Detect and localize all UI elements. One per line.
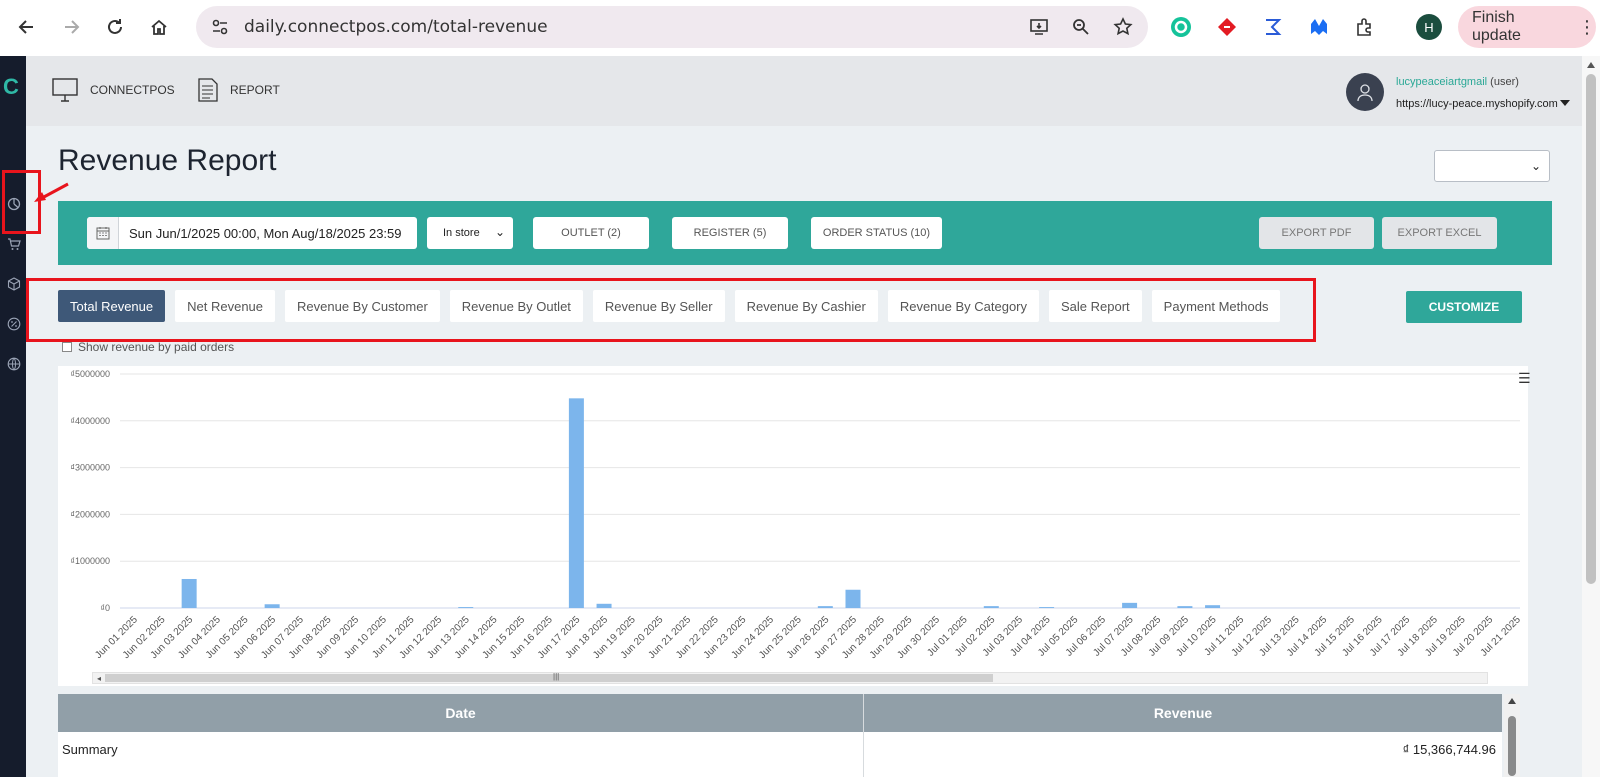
scroll-thumb[interactable] (1508, 716, 1516, 776)
location-select-value: In store (443, 227, 480, 239)
globe-icon[interactable] (6, 356, 22, 372)
bar-jul-10-2025[interactable] (1205, 605, 1221, 608)
chart-menu-icon[interactable]: ☰ (1518, 370, 1531, 387)
table-vertical-scrollbar[interactable] (1504, 694, 1520, 777)
paid-orders-label: Show revenue by paid orders (78, 340, 235, 354)
monitor-icon (52, 78, 78, 102)
y-tick-label: ₫5000000 (70, 369, 110, 379)
bar-jun-06-2025[interactable] (264, 604, 280, 608)
calendar-icon[interactable] (87, 217, 119, 249)
y-tick-label: ₫4000000 (70, 416, 110, 426)
y-tick-label: ₫2000000 (70, 509, 110, 519)
cart-icon[interactable] (6, 236, 22, 252)
scroll-up-arrow-icon[interactable] (1587, 62, 1595, 68)
grammarly-extension-icon[interactable] (1166, 12, 1196, 42)
cube-icon[interactable] (6, 276, 22, 292)
bar-jun-27-2025[interactable] (845, 589, 861, 608)
bar-jul-07-2025[interactable] (1122, 602, 1138, 608)
revenue-chart: ₫0 ₫1000000 ₫2000000 ₫3000000 ₫4000000 ₫50000… (58, 366, 1531, 686)
app-sidebar: C (0, 56, 26, 777)
chevron-down-icon: ⌄ (1530, 159, 1541, 173)
bar-jul-02-2025[interactable] (983, 606, 999, 608)
filter-bar: Sun Jun/1/2025 00:00, Mon Aug/18/2025 23… (58, 201, 1552, 265)
date-range-picker[interactable]: Sun Jun/1/2025 00:00, Mon Aug/18/2025 23… (87, 217, 417, 249)
percent-icon[interactable] (6, 316, 22, 332)
connectpos-logo: C (3, 74, 19, 99)
page-vertical-scrollbar[interactable] (1582, 56, 1600, 777)
chart-horizontal-scrollbar[interactable]: ◂ ||| (92, 672, 1488, 684)
scroll-left-arrow-icon[interactable]: ◂ (93, 673, 105, 683)
address-bar[interactable]: daily.connectpos.com/total-revenue (196, 6, 1148, 48)
y-tick-label: ₫3000000 (70, 463, 110, 473)
user-silhouette-icon (1357, 84, 1373, 102)
store-url[interactable]: https://lucy-peace.myshopify.com (1396, 98, 1558, 110)
annotation-highlight-box (26, 278, 1316, 342)
finish-update-button[interactable]: Finish update ⋮ (1458, 6, 1596, 48)
profile-avatar[interactable]: H (1416, 14, 1442, 40)
grip-icon: ||| (553, 672, 560, 681)
extensions-puzzle-icon[interactable] (1350, 12, 1380, 42)
zoom-icon[interactable] (1068, 14, 1094, 40)
main-content: Revenue Report ⌄ Sun Jun/1/2025 00:00, M… (26, 126, 1582, 777)
document-icon (198, 78, 218, 102)
chevron-down-icon: ⌄ (494, 225, 505, 239)
bar-jun-26-2025[interactable] (817, 606, 833, 608)
revenue-bar-chart: ₫0 ₫1000000 ₫2000000 ₫3000000 ₫4000000 ₫50000… (70, 369, 1523, 661)
url-text[interactable]: daily.connectpos.com/total-revenue (244, 17, 548, 37)
report-select[interactable]: ⌄ (1434, 150, 1550, 182)
outlet-button[interactable]: OUTLET (2) (533, 217, 649, 249)
summary-value: ₫ 15,366,744.96 (1402, 742, 1496, 757)
y-tick-label: ₫1000000 (70, 556, 110, 566)
order-status-button[interactable]: ORDER STATUS (10) (811, 217, 942, 249)
customize-button[interactable]: CUSTOMIZE (1406, 291, 1522, 323)
reload-icon[interactable] (98, 10, 132, 44)
checkbox-icon[interactable] (62, 342, 72, 352)
annotation-arrow-icon (34, 182, 69, 202)
install-app-icon[interactable] (1026, 14, 1052, 40)
browser-toolbar: daily.connectpos.com/total-revenue H Fin… (0, 0, 1600, 56)
report-nav[interactable]: REPORT (198, 78, 280, 102)
table-header-date[interactable]: Date (58, 694, 863, 732)
bar-jun-18-2025[interactable] (596, 603, 612, 608)
scroll-thumb[interactable] (1586, 74, 1596, 584)
connectpos-label: CONNECTPOS (90, 83, 175, 97)
bookmark-star-icon[interactable] (1110, 14, 1136, 40)
malwarebytes-extension-icon[interactable] (1304, 12, 1334, 42)
bar-jun-17-2025[interactable] (568, 398, 584, 608)
bar-jun-13-2025[interactable] (458, 607, 474, 608)
user-info: lucypeaceiartgmail (user) (1396, 76, 1519, 88)
date-range-text[interactable]: Sun Jun/1/2025 00:00, Mon Aug/18/2025 23… (129, 226, 402, 241)
connectpos-nav[interactable]: CONNECTPOS (52, 78, 175, 102)
user-name: lucypeaceiartgmail (1396, 76, 1488, 88)
bar-jun-03-2025[interactable] (181, 578, 197, 608)
register-button[interactable]: REGISTER (5) (672, 217, 788, 249)
revenue-table: Date Revenue Summary ₫ 15,366,744.96 (58, 694, 1502, 777)
user-avatar[interactable] (1346, 73, 1384, 111)
site-settings-icon[interactable] (210, 17, 230, 37)
scroll-thumb[interactable]: ||| (105, 672, 993, 682)
home-icon[interactable] (142, 10, 176, 44)
summary-label: Summary (62, 742, 118, 757)
export-excel-button[interactable]: EXPORT EXCEL (1382, 217, 1497, 249)
location-select[interactable]: In store ⌄ (427, 217, 513, 249)
bar-jul-04-2025[interactable] (1039, 607, 1055, 608)
page-title: Revenue Report (58, 144, 277, 177)
kebab-menu-icon[interactable]: ⋮ (1578, 17, 1596, 38)
column-divider (863, 694, 864, 777)
paid-orders-checkbox[interactable]: Show revenue by paid orders (62, 340, 234, 354)
finish-update-label: Finish update (1472, 9, 1521, 44)
export-pdf-button[interactable]: EXPORT PDF (1259, 217, 1374, 249)
table-header-revenue[interactable]: Revenue (864, 694, 1502, 732)
sigma-extension-icon[interactable] (1258, 12, 1288, 42)
user-role: (user) (1490, 76, 1519, 88)
back-arrow-icon[interactable] (10, 10, 44, 44)
caret-down-icon[interactable] (1560, 100, 1570, 106)
scroll-up-arrow-icon[interactable] (1508, 698, 1516, 704)
red-diamond-extension-icon[interactable] (1212, 12, 1242, 42)
y-tick-label: ₫0 (100, 603, 110, 613)
app-header: CONNECTPOS REPORT lucypeaceiartgmail (us… (26, 56, 1582, 126)
forward-arrow-icon[interactable] (54, 10, 88, 44)
report-label: REPORT (230, 83, 280, 97)
bar-jul-09-2025[interactable] (1177, 606, 1193, 608)
